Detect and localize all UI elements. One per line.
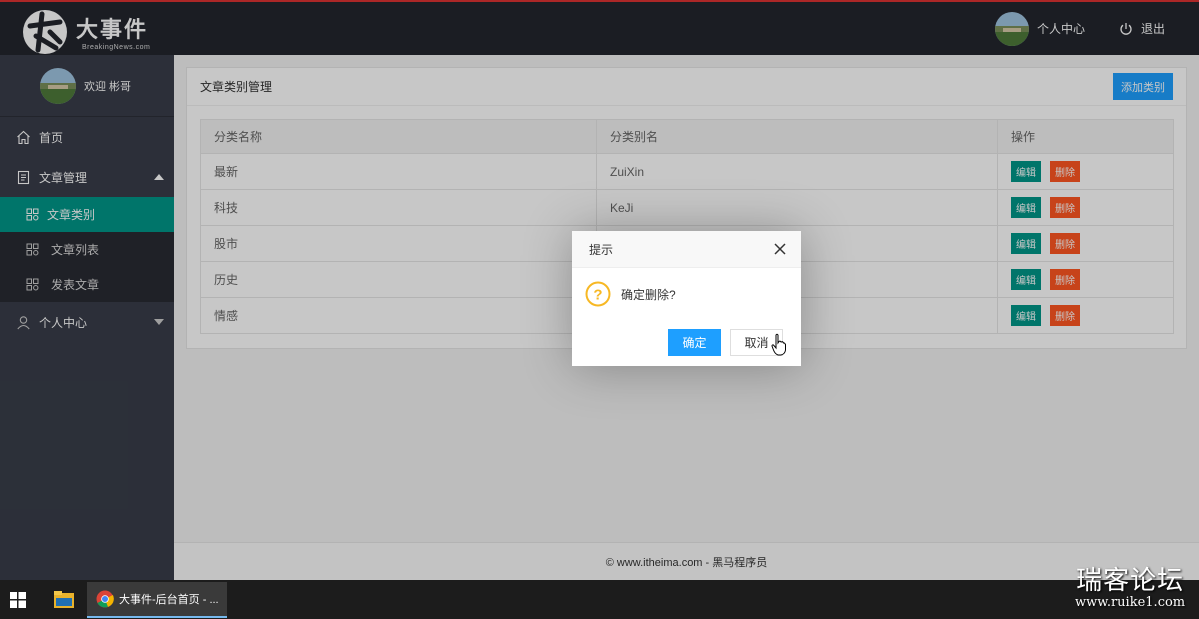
dialog-header: 提示 xyxy=(572,231,801,268)
svg-text:?: ? xyxy=(593,287,602,304)
watermark: 瑞客论坛 www.ruike1.com xyxy=(1075,566,1185,610)
dialog-body: ? 确定删除? xyxy=(572,268,801,320)
os-taskbar: 大事件-后台首页 - ... xyxy=(0,580,1199,619)
chrome-icon xyxy=(96,590,114,608)
dialog-title: 提示 xyxy=(589,242,614,257)
question-icon: ? xyxy=(585,281,611,307)
hand-cursor-icon xyxy=(771,333,786,356)
confirm-dialog: 提示 ? 确定删除? 确定 取消 xyxy=(572,231,801,366)
confirm-button[interactable]: 确定 xyxy=(668,329,721,356)
watermark-url: www.ruike1.com xyxy=(1075,595,1186,610)
dialog-buttons: 确定 取消 xyxy=(668,329,783,356)
chrome-tab-label: 大事件-后台首页 - ... xyxy=(119,594,219,606)
dialog-message: 确定删除? xyxy=(621,287,676,302)
windows-start-icon[interactable] xyxy=(10,592,26,608)
close-icon[interactable] xyxy=(773,242,787,256)
chrome-taskbar-item[interactable]: 大事件-后台首页 - ... xyxy=(87,582,227,618)
file-explorer-icon[interactable] xyxy=(54,591,74,608)
watermark-text: 瑞客论坛 xyxy=(1076,566,1185,596)
